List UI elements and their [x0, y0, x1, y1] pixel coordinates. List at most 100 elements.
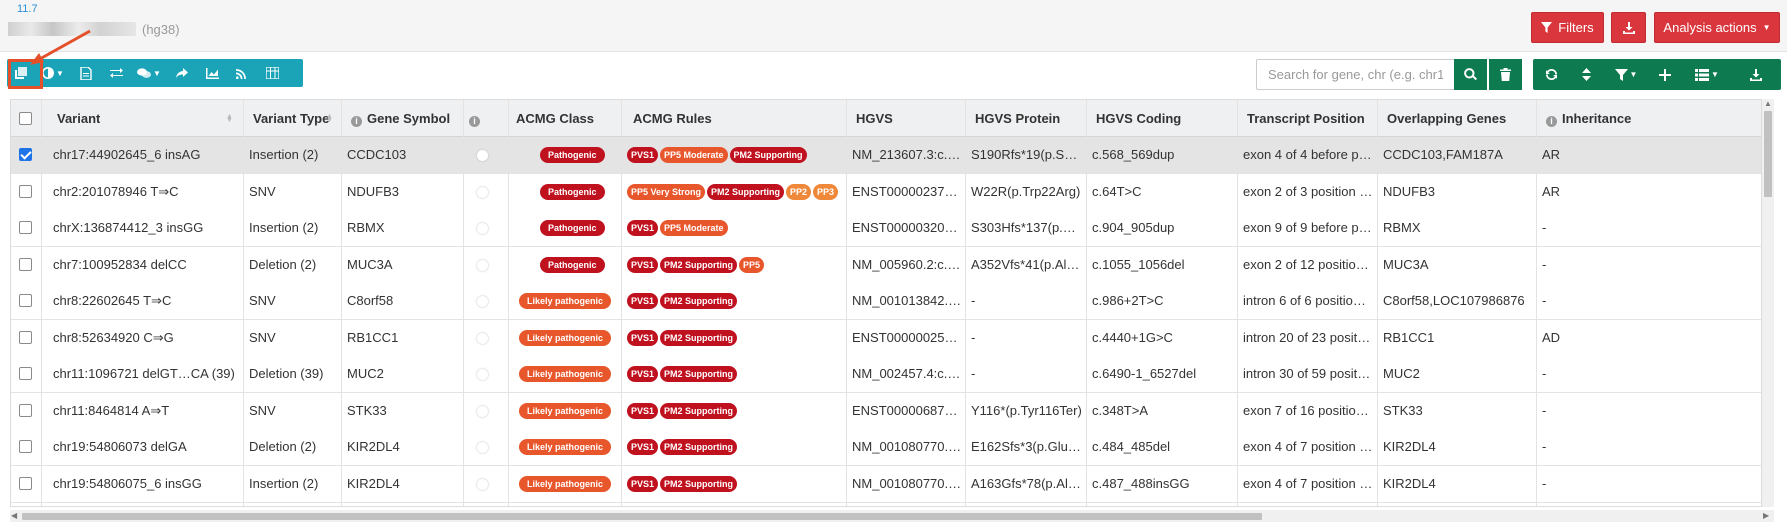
overlapping-genes-cell: CCDC103,FAM187A: [1383, 147, 1503, 162]
hgvs-protein-cell: S190Rfs*19(p.Ser190fs): [971, 147, 1083, 162]
row-checkbox[interactable]: [19, 440, 32, 453]
column-header-inheritance[interactable]: i Inheritance: [1546, 100, 1631, 137]
sort-icon[interactable]: ▲ ▼: [326, 113, 333, 124]
acmg-rules-badges: PVS1 PM2 Supporting: [627, 293, 738, 309]
horizontal-scroll-thumb[interactable]: [22, 513, 1262, 520]
analysis-actions-label: Analysis actions: [1663, 20, 1757, 35]
variant-cell: chr17:44902645_6 insAG: [53, 147, 201, 162]
row-checkbox[interactable]: [19, 221, 32, 234]
acmg-rule-badge: PVS1: [627, 402, 659, 419]
share-button[interactable]: [167, 59, 197, 87]
table-row[interactable]: chr8:22602645 T⇒C SNV C8orf58 NM_001013842.…: [11, 283, 1761, 320]
flag-indicator-icon[interactable]: [477, 296, 488, 307]
info-icon[interactable]: i: [351, 116, 362, 127]
hgvs-protein-cell: Y116*(p.Tyr116Ter): [971, 402, 1082, 418]
flag-indicator-icon[interactable]: [477, 186, 488, 198]
overlapping-genes-cell: MUC2: [1383, 366, 1420, 381]
share-icon: [176, 67, 188, 78]
flag-indicator-icon[interactable]: [477, 478, 488, 490]
add-button[interactable]: [1649, 59, 1681, 90]
column-header-hgvs[interactable]: HGVS: [856, 100, 893, 137]
row-checkbox[interactable]: [19, 367, 32, 380]
sort-button[interactable]: [1569, 59, 1603, 90]
column-header-acmg-class[interactable]: ACMG Class: [516, 100, 594, 137]
scroll-right-icon[interactable]: ▶: [1763, 511, 1769, 520]
column-header-overlapping-genes[interactable]: Overlapping Genes: [1387, 100, 1506, 137]
table-row[interactable]: chrX:136874412_3 insGG Insertion (2) RBMX E…: [11, 210, 1761, 247]
table-row[interactable]: chr19:54806073 delGA Deletion (2) KIR2DL4 N…: [11, 429, 1761, 466]
clear-search-button[interactable]: [1489, 59, 1522, 90]
row-checkbox[interactable]: [19, 257, 32, 271]
row-checkbox[interactable]: [19, 184, 32, 198]
column-header-acmg-rules[interactable]: ACMG Rules: [633, 100, 712, 137]
column-header-hgvs-protein[interactable]: HGVS Protein: [975, 100, 1060, 137]
signal-icon: [235, 69, 246, 79]
download-button[interactable]: [1611, 12, 1646, 43]
acmg-class-badge: Pathogenic: [540, 220, 605, 236]
acmg-rules-badges: PVS1 PP5 Moderate PM2 Supporting: [627, 147, 807, 163]
vertical-scrollbar[interactable]: ▲: [1762, 99, 1774, 507]
row-checkbox[interactable]: [19, 403, 32, 417]
analysis-actions-button[interactable]: Analysis actions ▼: [1654, 12, 1780, 43]
signal-button[interactable]: [227, 59, 257, 87]
table-row[interactable]: chr11:1096721 delGT…CA (39) Deletion (39)…: [11, 356, 1761, 393]
table-export-button[interactable]: [257, 59, 287, 87]
column-header-gene-symbol[interactable]: i Gene Symbol: [351, 100, 450, 137]
flag-indicator-icon[interactable]: [477, 259, 488, 271]
refresh-button[interactable]: [1533, 59, 1569, 90]
flag-indicator-icon[interactable]: [477, 332, 488, 344]
row-checkbox[interactable]: [19, 294, 32, 307]
flag-indicator-icon[interactable]: [477, 405, 488, 417]
hgvs-protein-cell: E162Sfs*3(p.Glu162fs): [971, 439, 1083, 454]
table-row[interactable]: chr7:100952834 delCC Deletion (2) MUC3A NM_…: [11, 246, 1761, 284]
table-row[interactable]: chr17:44902645_6 insAG Insertion (2) CCDC1…: [11, 137, 1761, 174]
column-header-variant[interactable]: Variant: [57, 100, 100, 137]
table-row[interactable]: chr2:201078946 T⇒C SNV NDUFB3 ENST000002378…: [11, 173, 1761, 211]
scroll-up-icon[interactable]: ▲: [1764, 99, 1772, 108]
info-icon[interactable]: i: [1546, 116, 1557, 127]
flag-indicator-icon[interactable]: [477, 369, 488, 380]
sort-icon[interactable]: ▲ ▼: [226, 113, 233, 124]
column-header-flag[interactable]: i: [469, 100, 485, 137]
table-row[interactable]: chr8:52634920 C⇒G SNV RB1CC1 ENST0000002500…: [11, 319, 1761, 357]
columns-menu-button[interactable]: ▼: [1681, 59, 1733, 90]
table-row[interactable]: chr11:8464814 A⇒T SNV STK33 ENST00000687213…: [11, 392, 1761, 430]
table-row[interactable]: chr19:54806075_6 insGG Insertion (2) KIR2D…: [11, 465, 1761, 503]
hgvs-cell: NM_002457.4:c.6490-1_6527del: [852, 366, 964, 381]
acmg-rule-badge: PVS1: [627, 293, 659, 309]
column-header-hgvs-coding[interactable]: HGVS Coding: [1096, 100, 1181, 137]
filters-button[interactable]: Filters: [1531, 12, 1604, 43]
gene-symbol-cell: MUC2: [347, 366, 384, 381]
row-checkbox[interactable]: [19, 476, 32, 490]
row-checkbox[interactable]: [19, 330, 32, 344]
flag-indicator-icon[interactable]: [477, 442, 488, 453]
inheritance-cell: -: [1542, 366, 1547, 381]
acmg-rule-badge: PM2 Supporting: [660, 475, 738, 492]
gene-search-input[interactable]: [1256, 59, 1454, 90]
comments-menu-button[interactable]: ▼: [131, 59, 167, 87]
column-filter-menu-button[interactable]: ▼: [1603, 59, 1649, 90]
column-header-transcript-position[interactable]: Transcript Position: [1247, 100, 1365, 137]
chart-button[interactable]: [197, 59, 227, 87]
search-icon: [1464, 68, 1477, 81]
overlapping-genes-cell: STK33: [1383, 402, 1423, 418]
info-icon[interactable]: i: [469, 116, 480, 127]
scroll-left-icon[interactable]: ◀: [11, 511, 17, 520]
flag-indicator-icon[interactable]: [477, 223, 488, 234]
vertical-scroll-thumb[interactable]: [1764, 111, 1772, 197]
download-icon: [1622, 21, 1635, 34]
caret-down-icon: ▼: [1762, 23, 1771, 32]
swap-button[interactable]: [101, 59, 131, 87]
acmg-rule-badge: PM2 Supporting: [660, 256, 738, 273]
search-button[interactable]: [1454, 59, 1487, 90]
gene-symbol-cell: KIR2DL4: [347, 475, 400, 491]
select-all-checkbox[interactable]: [19, 112, 32, 125]
variants-table: Variant ▲ ▼ Variant Type ▲ ▼ i Gene Symbol …: [10, 99, 1762, 507]
hgvs-protein-cell: W22R(p.Trp22Arg): [971, 183, 1081, 199]
inheritance-cell: AR: [1542, 183, 1561, 199]
export-button[interactable]: [1733, 59, 1779, 90]
column-header-variant-type[interactable]: Variant Type: [253, 100, 329, 137]
horizontal-scrollbar[interactable]: ◀ ▶: [10, 510, 1774, 522]
row-checkbox[interactable]: [19, 148, 32, 161]
flag-indicator-icon[interactable]: [477, 150, 488, 161]
